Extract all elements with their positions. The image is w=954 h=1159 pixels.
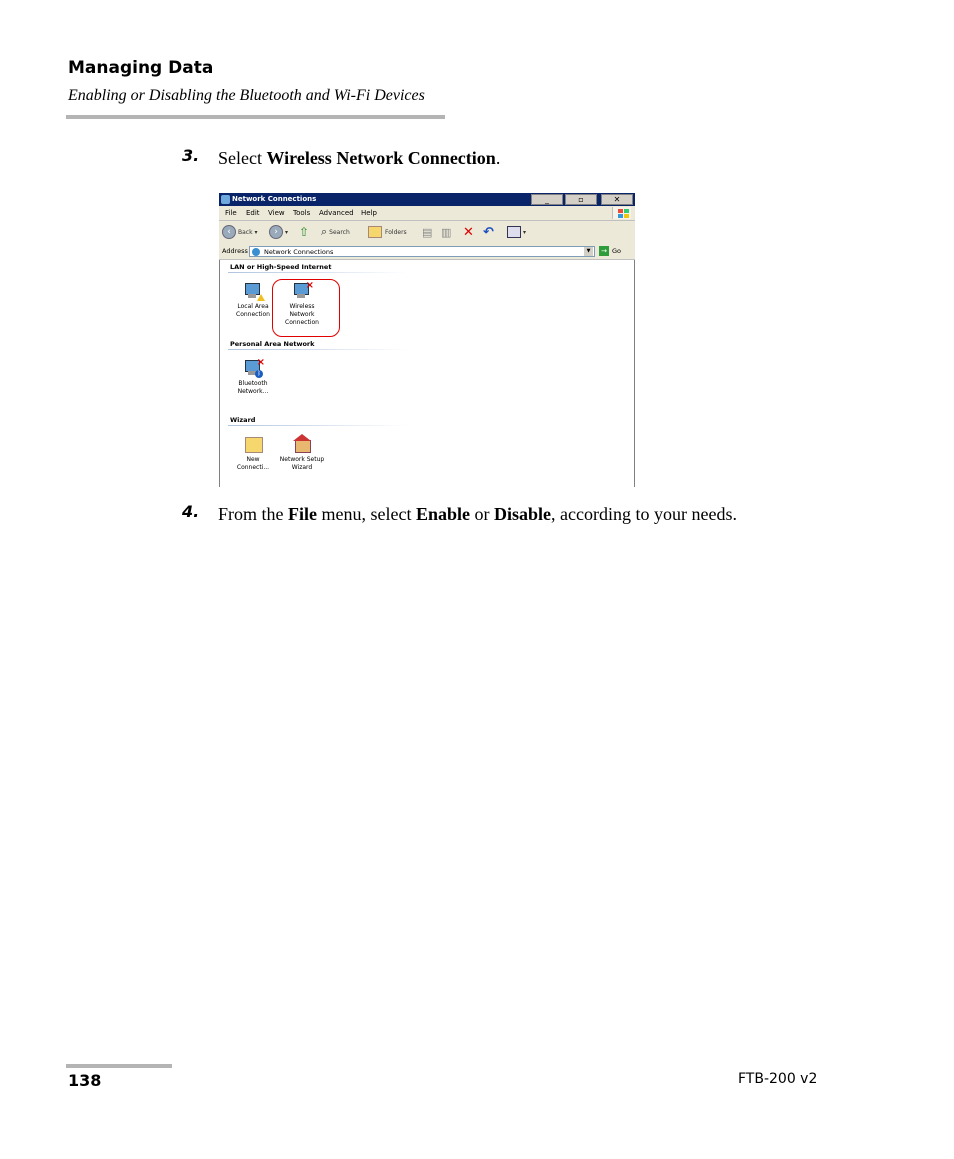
new-connection-icon xyxy=(243,434,263,454)
footer-divider xyxy=(66,1064,172,1068)
step-number: 4. xyxy=(182,502,200,521)
close-button[interactable]: ✕ xyxy=(601,194,633,205)
window-title: Network Connections xyxy=(232,195,317,203)
forward-button[interactable]: › ▾ xyxy=(269,224,288,240)
address-bar: Address Network Connections ▼ → Go xyxy=(219,244,635,260)
bluetooth-network-connection[interactable]: × ᛒ Bluetooth Network... xyxy=(231,358,275,396)
go-arrow-icon: → xyxy=(599,246,609,256)
address-label: Address xyxy=(222,247,248,255)
toolbar: ‹ Back ▾ › ▾ ⇧ ⌕ Search Folders ▤ ▥ ✕ ↶ ▾ xyxy=(219,221,635,245)
menu-help[interactable]: Help xyxy=(361,209,377,217)
page-header-subtitle: Enabling or Disabling the Bluetooth and … xyxy=(68,87,425,104)
group-divider xyxy=(228,349,408,350)
search-button[interactable]: ⌕ Search xyxy=(321,224,350,240)
up-folder-button[interactable]: ⇧ xyxy=(299,224,309,240)
new-connection-wizard[interactable]: New Connecti... xyxy=(231,434,275,472)
network-connections-window: Network Connections _ ▫ ✕ File Edit View… xyxy=(219,193,635,487)
back-arrow-icon: ‹ xyxy=(222,225,236,239)
folders-icon xyxy=(368,226,382,238)
selection-highlight-circle xyxy=(272,279,340,337)
group-divider xyxy=(228,272,408,273)
menu-view[interactable]: View xyxy=(268,209,285,217)
group-pan-header: Personal Area Network xyxy=(230,340,315,348)
move-to-button[interactable]: ▤ xyxy=(422,224,432,240)
product-name: FTB-200 v2 xyxy=(738,1071,818,1087)
delete-x-icon: ✕ xyxy=(463,224,474,240)
go-button[interactable]: → Go xyxy=(599,246,621,256)
group-divider xyxy=(228,425,408,426)
views-icon xyxy=(507,226,521,238)
menu-edit[interactable]: Edit xyxy=(246,209,260,217)
folders-button[interactable]: Folders xyxy=(368,224,407,240)
network-setup-wizard[interactable]: Network Setup Wizard xyxy=(275,434,329,472)
undo-icon: ↶ xyxy=(483,224,494,240)
header-divider xyxy=(66,115,445,119)
undo-button[interactable]: ↶ xyxy=(483,224,494,240)
network-warning-icon xyxy=(243,281,265,301)
menu-file[interactable]: File xyxy=(225,209,237,217)
network-folder-icon xyxy=(252,248,260,256)
forward-arrow-icon: › xyxy=(269,225,283,239)
group-wizard-header: Wizard xyxy=(230,416,256,424)
back-button[interactable]: ‹ Back ▾ xyxy=(222,224,258,240)
window-titlebar: Network Connections _ ▫ ✕ xyxy=(219,193,635,206)
views-button[interactable]: ▾ xyxy=(507,224,526,240)
bluetooth-network-icon: × ᛒ xyxy=(243,358,265,378)
page-number: 138 xyxy=(68,1071,102,1090)
search-icon: ⌕ xyxy=(321,225,328,238)
step-text: Select Wireless Network Connection. xyxy=(218,148,501,168)
move-to-icon: ▤ xyxy=(422,225,433,239)
network-connections-icon xyxy=(221,195,230,204)
minimize-button[interactable]: _ xyxy=(531,194,563,205)
local-area-connection[interactable]: Local Area Connection xyxy=(231,281,275,319)
network-setup-wizard-icon xyxy=(292,434,312,454)
copy-to-button[interactable]: ▥ xyxy=(441,224,451,240)
group-lan-header: LAN or High-Speed Internet xyxy=(230,263,332,271)
menu-tools[interactable]: Tools xyxy=(293,209,310,217)
address-input[interactable]: Network Connections ▼ xyxy=(249,246,595,257)
menu-advanced[interactable]: Advanced xyxy=(319,209,354,217)
maximize-button[interactable]: ▫ xyxy=(565,194,597,205)
delete-button[interactable]: ✕ xyxy=(463,224,474,240)
step-text: From the File menu, select Enable or Dis… xyxy=(218,504,737,524)
up-arrow-icon: ⇧ xyxy=(299,225,310,239)
address-dropdown-icon[interactable]: ▼ xyxy=(584,247,593,256)
page-header-title: Managing Data xyxy=(68,58,214,78)
step-number: 3. xyxy=(182,146,200,165)
windows-logo-icon xyxy=(612,207,631,219)
copy-to-icon: ▥ xyxy=(441,225,452,239)
menu-bar: File Edit View Tools Advanced Help xyxy=(219,206,635,221)
